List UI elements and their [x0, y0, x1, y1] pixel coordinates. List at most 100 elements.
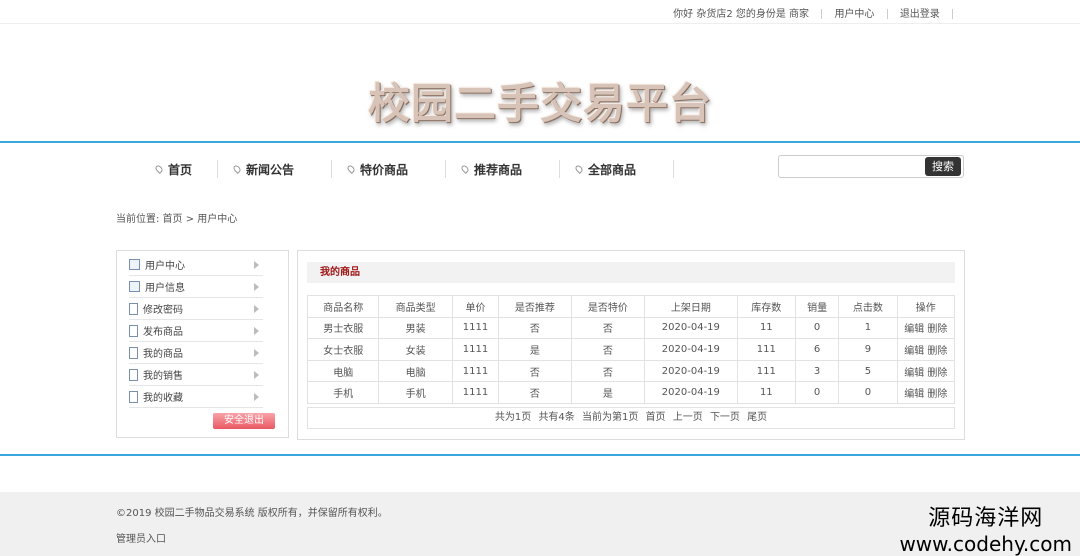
admin-entry-link[interactable]: 管理员入口 — [116, 530, 166, 545]
location-pin-icon — [460, 164, 470, 174]
sidebar-item-label: 发布商品 — [143, 327, 183, 338]
watermark: 源码海洋网 www.codehy.com — [899, 500, 1072, 556]
nav-item-label: 特价商品 — [360, 162, 409, 177]
search-button[interactable]: 搜索 — [925, 157, 961, 176]
pagination: 共为1页 共有4条 当前为第1页 首页 上一页 下一页 尾页 — [307, 407, 955, 429]
watermark-url: www.codehy.com — [899, 532, 1072, 556]
edit-link[interactable]: 编辑 — [904, 389, 924, 400]
pager-last-link[interactable]: 尾页 — [747, 412, 767, 423]
table-header-row: 商品名称 商品类型 单价 是否推荐 是否特价 上架日期 库存数 销量 点击数 操… — [306, 295, 956, 318]
nav-item-home[interactable]: 首页 — [140, 160, 218, 178]
actions-cell: 编辑 删除 — [896, 316, 956, 340]
sidebar-item-my-sales[interactable]: 我的销售 — [129, 364, 263, 386]
copyright-text: ©2019 校园二手物品交易系统 版权所有，并保留所有权利。 — [116, 508, 388, 519]
logo-text: 校园二手交易平台 — [367, 79, 712, 128]
sidebar-item-label: 我的销售 — [143, 371, 183, 382]
table-cell: 1 — [838, 316, 898, 340]
products-table: 商品名称 商品类型 单价 是否推荐 是否特价 上架日期 库存数 销量 点击数 操… — [306, 295, 956, 404]
divider — [821, 9, 823, 19]
edit-link[interactable]: 编辑 — [904, 324, 924, 335]
nav-item-news[interactable]: 新闻公告 — [218, 160, 332, 178]
sidebar-item-change-password[interactable]: 修改密码 — [129, 298, 263, 320]
safe-logout-button[interactable]: 安全退出 — [213, 413, 275, 429]
arrow-right-icon — [254, 261, 259, 269]
table-cell: 6 — [794, 338, 840, 361]
user-sidebar: 用户中心 用户信息 修改密码 发布商品 我的商品 我的销售 我的收藏 安全退出 — [116, 250, 289, 438]
column-header: 单价 — [451, 295, 500, 318]
table-cell: 0 — [794, 381, 840, 404]
breadcrumb: 当前位置: 首页 > 用户中心 — [116, 214, 238, 225]
sidebar-item-label: 我的收藏 — [143, 393, 183, 404]
search-input[interactable] — [783, 158, 923, 175]
delete-link[interactable]: 删除 — [927, 368, 947, 379]
table-cell: 2020-04-19 — [644, 381, 738, 404]
table-cell: 男装 — [378, 316, 453, 340]
table-cell: 否 — [570, 316, 646, 340]
nav-item-recommended[interactable]: 推荐商品 — [446, 160, 560, 178]
divider — [886, 9, 888, 19]
table-row: 电脑 电脑 1111 否 否 2020-04-19 111 3 5 编辑 删除 — [306, 359, 956, 383]
column-header: 商品名称 — [306, 295, 380, 318]
panel-title: 我的商品 — [307, 262, 955, 283]
table-cell: 0 — [838, 381, 898, 404]
nav-item-label: 新闻公告 — [246, 162, 295, 177]
location-pin-icon — [154, 164, 164, 174]
table-cell: 0 — [794, 316, 840, 340]
delete-link[interactable]: 删除 — [927, 346, 947, 357]
table-cell: 11 — [736, 316, 796, 340]
table-cell: 1111 — [451, 381, 500, 404]
edit-link[interactable]: 编辑 — [904, 368, 924, 379]
pager-first-link[interactable]: 首页 — [646, 412, 666, 423]
column-header: 操作 — [896, 295, 956, 318]
table-cell: 111 — [736, 338, 796, 361]
table-cell: 2020-04-19 — [644, 316, 738, 340]
greeting-text: 你好 杂货店2 您的身份是 商家 — [673, 9, 810, 20]
pager-prev-link[interactable]: 上一页 — [673, 412, 703, 423]
column-header: 是否特价 — [570, 295, 646, 318]
sidebar-item-my-favorites[interactable]: 我的收藏 — [129, 386, 263, 408]
sidebar-item-user-info[interactable]: 用户信息 — [129, 276, 263, 298]
actions-cell: 编辑 删除 — [896, 359, 956, 383]
delete-link[interactable]: 删除 — [927, 324, 947, 335]
arrow-right-icon — [254, 283, 259, 291]
actions-cell: 编辑 删除 — [896, 338, 956, 361]
table-cell: 男士衣服 — [306, 316, 380, 340]
edit-link[interactable]: 编辑 — [904, 346, 924, 357]
delete-link[interactable]: 删除 — [927, 389, 947, 400]
sidebar-item-my-products[interactable]: 我的商品 — [129, 342, 263, 364]
user-center-link[interactable]: 用户中心 — [834, 5, 874, 20]
document-icon — [129, 368, 138, 381]
pager-current-page: 当前为第1页 — [582, 412, 639, 423]
arrow-right-icon — [254, 305, 259, 313]
document-icon — [129, 324, 138, 337]
sidebar-item-user-center[interactable]: 用户中心 — [129, 254, 263, 276]
logout-link[interactable]: 退出登录 — [900, 5, 940, 20]
header-divider — [0, 141, 1080, 143]
pager-total-pages: 共为1页 — [494, 412, 532, 423]
nav-item-label: 全部商品 — [588, 162, 637, 177]
pager-next-link[interactable]: 下一页 — [710, 412, 740, 423]
user-card-icon — [129, 281, 140, 292]
search-box: 搜索 — [778, 155, 964, 178]
main-panel: 我的商品 商品名称 商品类型 单价 是否推荐 是否特价 上架日期 库存数 销量 … — [297, 250, 965, 440]
main-nav: 首页 新闻公告 特价商品 推荐商品 全部商品 — [140, 158, 674, 180]
table-cell: 否 — [570, 359, 646, 383]
nav-item-specials[interactable]: 特价商品 — [332, 160, 446, 178]
top-bar-links: 你好 杂货店2 您的身份是 商家 用户中心 退出登录 — [673, 5, 962, 20]
divider — [952, 9, 953, 19]
sidebar-item-label: 用户中心 — [145, 261, 185, 272]
sidebar-item-label: 用户信息 — [145, 283, 185, 294]
column-header: 上架日期 — [644, 295, 738, 318]
table-cell: 否 — [498, 359, 572, 383]
table-cell: 11 — [736, 381, 796, 404]
table-cell: 2020-04-19 — [644, 359, 738, 383]
location-pin-icon — [346, 164, 356, 174]
table-cell: 1111 — [451, 316, 500, 340]
table-row: 女士衣服 女装 1111 是 否 2020-04-19 111 6 9 编辑 删… — [306, 338, 956, 361]
table-cell: 3 — [794, 359, 840, 383]
sidebar-item-publish-product[interactable]: 发布商品 — [129, 320, 263, 342]
site-logo[interactable]: 校园二手交易平台 — [0, 70, 1080, 131]
table-cell: 手机 — [306, 381, 380, 404]
table-cell: 否 — [570, 338, 646, 361]
nav-item-all-products[interactable]: 全部商品 — [560, 160, 674, 178]
